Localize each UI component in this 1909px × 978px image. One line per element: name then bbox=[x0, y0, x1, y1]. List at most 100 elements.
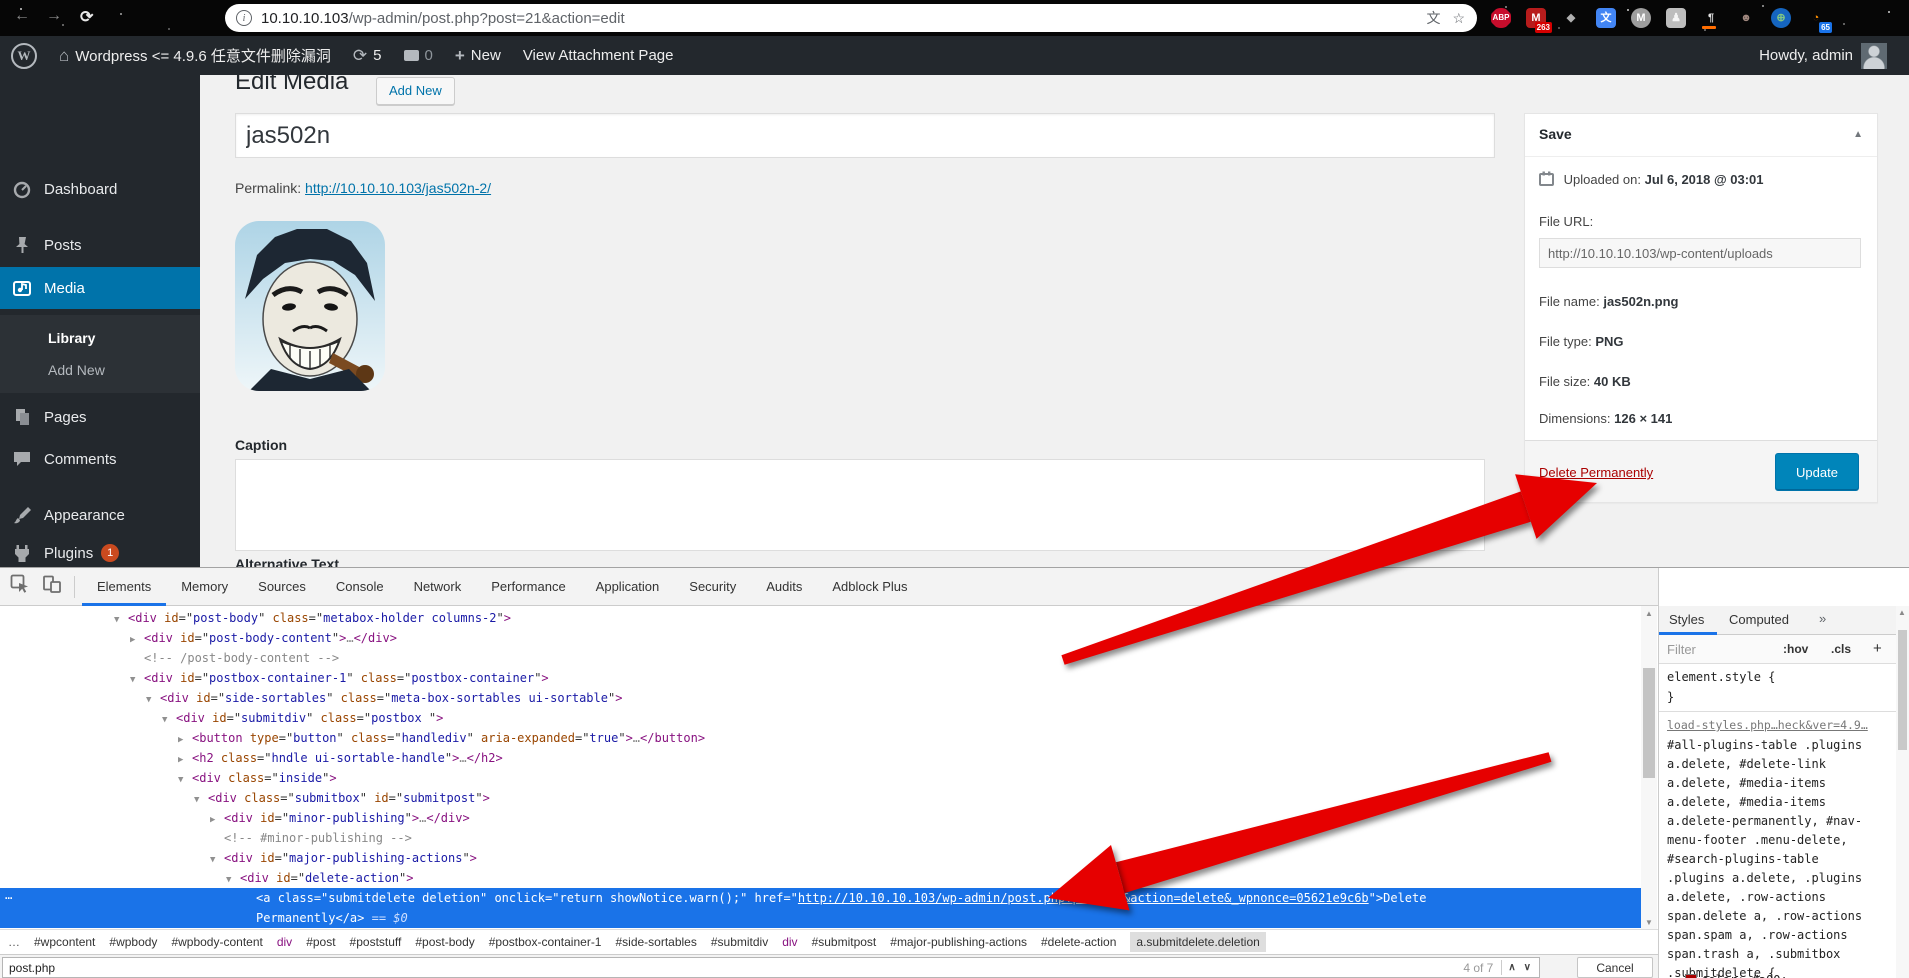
find-next-icon[interactable]: ∨ bbox=[1524, 962, 1531, 973]
site-info-icon[interactable]: i bbox=[236, 10, 252, 26]
dom-tree-row[interactable]: ▼<div id="delete-action"> bbox=[0, 868, 1641, 888]
tab-computed[interactable]: Computed bbox=[1729, 612, 1789, 627]
devtools-tab-memory[interactable]: Memory bbox=[166, 568, 243, 605]
expand-arrow-open-icon[interactable]: ▼ bbox=[178, 770, 192, 790]
site-name-link[interactable]: ⌂ Wordpress <= 4.9.6 任意文件删除漏洞 bbox=[59, 45, 331, 66]
breadcrumb-div[interactable]: div bbox=[277, 935, 292, 949]
adblock-plus-icon[interactable]: ABP bbox=[1489, 6, 1513, 30]
update-button[interactable]: Update bbox=[1775, 453, 1859, 491]
mask-extension-icon[interactable]: ☻ bbox=[1734, 6, 1758, 30]
find-cancel-button[interactable]: Cancel bbox=[1577, 957, 1653, 978]
submenu-item-library[interactable]: Library bbox=[48, 330, 95, 346]
avatar[interactable] bbox=[1861, 43, 1887, 69]
dom-tree-row[interactable]: ▼<div id="submitdiv" class="postbox "> bbox=[0, 708, 1641, 728]
breadcrumb-wpbody-content[interactable]: #wpbody-content bbox=[171, 935, 262, 949]
sidebar-item-appearance[interactable]: Appearance bbox=[0, 496, 200, 534]
dom-tree-row[interactable]: <!-- #minor-publishing --> bbox=[0, 828, 1641, 848]
dom-tree-row[interactable]: ▼<div id="side-sortables" class="meta-bo… bbox=[0, 688, 1641, 708]
breadcrumb-submitpost[interactable]: #submitpost bbox=[812, 935, 877, 949]
devtools-tab-audits[interactable]: Audits bbox=[751, 568, 817, 605]
rss-extension-icon[interactable]: ◔65 bbox=[1804, 6, 1828, 30]
dom-tree-row[interactable]: ▶<button type="button" class="handlediv"… bbox=[0, 728, 1641, 748]
tab-styles[interactable]: Styles bbox=[1669, 612, 1704, 627]
dom-tree-row[interactable]: ▶<div id="minor-publishing">…</div> bbox=[0, 808, 1641, 828]
dom-tree-row[interactable]: ▼<div id="major-publishing-actions"> bbox=[0, 848, 1641, 868]
address-bar[interactable]: i 10.10.10.103/wp-admin/post.php?post=21… bbox=[225, 4, 1477, 32]
back-icon[interactable]: ← bbox=[14, 7, 30, 25]
sidebar-item-comments[interactable]: Comments bbox=[0, 440, 200, 478]
breadcrumb-major-publishing-actions[interactable]: #major-publishing-actions bbox=[890, 935, 1027, 949]
selected-dom-node[interactable]: ⋯<a class="submitdelete deletion" onclic… bbox=[0, 888, 1641, 908]
scroll-down-arrow-icon[interactable]: ▼ bbox=[1645, 918, 1653, 927]
elements-scrollbar[interactable]: ▲ ▼ bbox=[1641, 606, 1657, 930]
devtools-tab-network[interactable]: Network bbox=[399, 568, 477, 605]
add-new-button[interactable]: Add New bbox=[376, 77, 455, 105]
media-title-input[interactable] bbox=[235, 113, 1495, 158]
stylesheet-source-link[interactable]: load-styles.php…heck&ver=4.9… bbox=[1667, 718, 1868, 732]
devtools-tab-sources[interactable]: Sources bbox=[243, 568, 321, 605]
dom-tree-row[interactable]: ▼<div id="post-body" class="metabox-hold… bbox=[0, 608, 1641, 628]
profile-extension-icon[interactable]: ♟ bbox=[1664, 6, 1688, 30]
m-circle-extension-icon[interactable]: M bbox=[1629, 6, 1653, 30]
find-previous-icon[interactable]: ∧ bbox=[1508, 962, 1515, 973]
breadcrumb-a.submitdelete.deletion[interactable]: a.submitdelete.deletion bbox=[1130, 932, 1265, 952]
sidebar-item-plugins[interactable]: Plugins 1 bbox=[0, 534, 200, 567]
permalink-link[interactable]: http://10.10.10.103/jas502n-2/ bbox=[305, 180, 491, 196]
breadcrumb-submitdiv[interactable]: #submitdiv bbox=[711, 935, 768, 949]
breadcrumb-postbox-container-1[interactable]: #postbox-container-1 bbox=[489, 935, 602, 949]
expand-arrow-open-icon[interactable]: ▼ bbox=[162, 710, 176, 730]
devtools-tab-performance[interactable]: Performance bbox=[476, 568, 580, 605]
breadcrumb-post-body[interactable]: #post-body bbox=[415, 935, 474, 949]
wordpress-logo-icon[interactable]: W bbox=[11, 43, 37, 69]
dom-tree-row[interactable]: <!-- /post-body-content --> bbox=[0, 648, 1641, 668]
toggle-class-button[interactable]: .cls bbox=[1831, 642, 1851, 656]
expand-arrow-closed-icon[interactable]: ▶ bbox=[130, 630, 144, 650]
expand-arrow-closed-icon[interactable]: ▶ bbox=[210, 810, 224, 830]
sidebar-item-dashboard[interactable]: Dashboard bbox=[0, 170, 200, 208]
styles-filter-input[interactable]: Filter bbox=[1667, 642, 1696, 657]
refresh-icon[interactable]: ⟳ bbox=[80, 7, 93, 27]
device-toolbar-icon[interactable] bbox=[42, 574, 62, 599]
dom-tree-row[interactable]: ▼<div id="postbox-container-1" class="po… bbox=[0, 668, 1641, 688]
breadcrumb-overflow[interactable]: … bbox=[8, 935, 20, 949]
scroll-up-arrow-icon[interactable]: ▲ bbox=[1645, 609, 1653, 618]
gem-extension-icon[interactable]: ◆ bbox=[1559, 6, 1583, 30]
file-url-input[interactable] bbox=[1539, 238, 1861, 268]
save-metabox-header[interactable]: Save ▲ bbox=[1525, 114, 1877, 157]
bookmark-star-icon[interactable]: ☆ bbox=[1452, 10, 1465, 27]
updates-link[interactable]: ⟳ 5 bbox=[353, 46, 382, 66]
new-style-rule-icon[interactable]: + bbox=[1873, 640, 1882, 657]
dom-tree-row[interactable]: ▼<div class="inside"> bbox=[0, 768, 1641, 788]
breadcrumb-side-sortables[interactable]: #side-sortables bbox=[615, 935, 696, 949]
devtools-tab-security[interactable]: Security bbox=[674, 568, 751, 605]
css-property-row[interactable]: color: #a00; bbox=[1685, 973, 1788, 978]
elements-scrollbar-thumb[interactable] bbox=[1643, 668, 1655, 778]
devtools-tab-elements[interactable]: Elements bbox=[82, 568, 166, 605]
expand-arrow-open-icon[interactable]: ▼ bbox=[114, 610, 128, 630]
translate-page-icon[interactable]: 文 bbox=[1426, 8, 1440, 28]
inspect-element-icon[interactable] bbox=[10, 574, 30, 599]
css-selector-list[interactable]: #all-plugins-table .plugins a.delete, #d… bbox=[1667, 736, 1862, 978]
more-tabs-icon[interactable]: » bbox=[1819, 611, 1826, 626]
sidebar-item-pages[interactable]: Pages bbox=[0, 398, 200, 436]
submenu-item-add-new[interactable]: Add New bbox=[48, 362, 105, 378]
dom-tree-row[interactable]: ▶<h2 class="hndle ui-sortable-handle">…<… bbox=[0, 748, 1641, 768]
toggle-hover-button[interactable]: :hov bbox=[1783, 642, 1808, 656]
new-content-link[interactable]: + New bbox=[455, 46, 501, 66]
expand-arrow-open-icon[interactable]: ▼ bbox=[146, 690, 160, 710]
globe-extension-icon[interactable]: ⊕ bbox=[1769, 6, 1793, 30]
dom-tree-row[interactable]: ▶<div id="post-body-content">…</div> bbox=[0, 628, 1641, 648]
devtools-tab-adblock-plus[interactable]: Adblock Plus bbox=[817, 568, 922, 605]
expand-arrow-closed-icon[interactable]: ▶ bbox=[178, 750, 192, 770]
color-swatch[interactable] bbox=[1685, 974, 1697, 978]
view-attachment-link[interactable]: View Attachment Page bbox=[523, 47, 674, 64]
breadcrumb-wpcontent[interactable]: #wpcontent bbox=[34, 935, 95, 949]
translate-extension-icon[interactable]: 文 bbox=[1594, 6, 1618, 30]
expand-arrow-closed-icon[interactable]: ▶ bbox=[178, 730, 192, 750]
styles-scrollbar-thumb[interactable] bbox=[1898, 630, 1907, 750]
devtools-tab-application[interactable]: Application bbox=[581, 568, 675, 605]
sidebar-item-posts[interactable]: Posts bbox=[0, 226, 200, 264]
breadcrumb-post[interactable]: #post bbox=[306, 935, 335, 949]
breadcrumb-div[interactable]: div bbox=[782, 935, 797, 949]
element-style-rule[interactable]: element.style { bbox=[1667, 670, 1775, 684]
